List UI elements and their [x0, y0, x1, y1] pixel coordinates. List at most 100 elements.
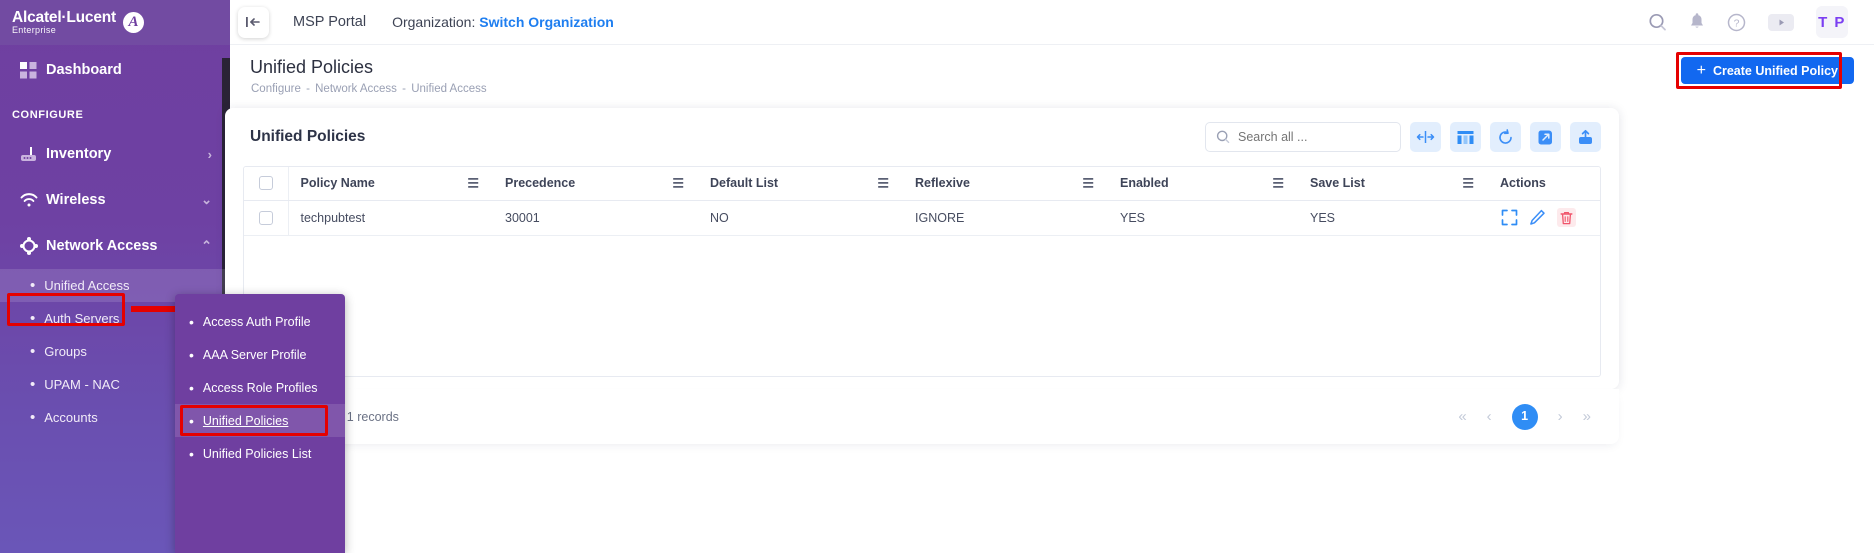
network-icon	[20, 237, 46, 255]
grid-icon	[20, 61, 46, 79]
page-header: Unified Policies Configure - Network Acc…	[230, 45, 1874, 95]
row-checkbox[interactable]	[259, 210, 273, 225]
column-actions: Actions	[1488, 167, 1600, 201]
refresh-icon[interactable]	[1490, 122, 1521, 152]
pagination: « ‹ 1 › »	[1458, 403, 1591, 430]
flyout-item-unified-policies-list[interactable]: • Unified Policies List	[175, 437, 345, 470]
video-icon[interactable]	[1768, 13, 1794, 31]
column-menu-icon[interactable]: ☰	[877, 177, 889, 190]
cell-reflexive: IGNORE	[903, 200, 1108, 236]
row-actions	[1500, 208, 1600, 227]
flyout-item-aaa-server-profile[interactable]: • AAA Server Profile	[175, 338, 345, 371]
search-input[interactable]	[1238, 130, 1388, 144]
column-label: Default List	[710, 176, 779, 191]
column-menu-icon[interactable]: ☰	[1462, 177, 1474, 190]
column-menu-icon[interactable]: ☰	[672, 177, 684, 190]
column-settings-icon[interactable]	[1450, 122, 1481, 152]
sidebar-item-dashboard[interactable]: Dashboard	[0, 45, 230, 95]
brand-logo[interactable]: Alcatel·Lucent Enterprise A	[0, 0, 230, 45]
topbar: MSP Portal Organization: Switch Organiza…	[230, 0, 1874, 45]
flyout-item-access-auth-profile[interactable]: • Access Auth Profile	[175, 305, 345, 338]
table-head: Policy Name ☰ Precedence ☰ Default List …	[244, 167, 1600, 201]
column-label: Precedence	[505, 176, 576, 191]
cell-default-list: NO	[698, 200, 903, 236]
create-unified-policy-button[interactable]: + Create Unified Policy	[1680, 57, 1854, 84]
column-menu-icon[interactable]: ☰	[1082, 177, 1094, 190]
sidebar-item-label: Inventory	[46, 146, 112, 162]
pagination-last[interactable]: »	[1583, 409, 1591, 424]
network-access-flyout-menu: • Access Auth Profile • AAA Server Profi…	[175, 294, 345, 553]
pagination-page-1[interactable]: 1	[1511, 403, 1538, 430]
row-expand-icon[interactable]	[1501, 209, 1518, 226]
sidebar-subitem-label: Unified Access	[44, 278, 130, 293]
column-label: Policy Name	[300, 176, 375, 191]
breadcrumb-sep: -	[402, 83, 406, 95]
brand-logo-text: Alcatel·Lucent Enterprise	[12, 9, 116, 36]
row-delete-icon[interactable]	[1557, 208, 1576, 227]
plus-icon: +	[1696, 61, 1706, 79]
page-title-block: Unified Policies Configure - Network Acc…	[250, 57, 488, 95]
sidebar-item-network-access[interactable]: Network Access ⌃	[0, 223, 230, 269]
table-body: techpubtest 30001 NO IGNORE YES YES	[244, 200, 1600, 236]
cell-actions	[1488, 200, 1600, 236]
flyout-item-access-role-profiles[interactable]: • Access Role Profiles	[175, 371, 345, 404]
row-edit-icon[interactable]	[1529, 209, 1546, 226]
cell-precedence: 30001	[493, 200, 698, 236]
search-icon[interactable]	[1648, 13, 1667, 32]
brand-sub: Enterprise	[12, 24, 57, 35]
breadcrumb-network-access[interactable]: Network Access	[315, 83, 397, 95]
unified-policies-card: Unified Policies Search all ... Policy N…	[225, 108, 1619, 389]
row-select-cell	[244, 200, 289, 236]
card-title: Unified Policies	[250, 128, 366, 145]
sidebar-item-label: Network Access	[46, 238, 158, 254]
breadcrumb: Configure - Network Access - Unified Acc…	[250, 83, 488, 95]
table-header-row: Policy Name ☰ Precedence ☰ Default List …	[244, 167, 1600, 201]
flyout-item-unified-policies[interactable]: • Unified Policies	[175, 404, 345, 437]
fit-columns-icon[interactable]	[1410, 122, 1441, 152]
column-label: Enabled	[1120, 176, 1169, 191]
column-precedence[interactable]: Precedence ☰	[493, 167, 698, 201]
expand-icon[interactable]	[1530, 122, 1561, 152]
avatar[interactable]: T P	[1816, 6, 1848, 38]
create-policy-wrap: + Create Unified Policy	[1675, 52, 1854, 89]
policies-table: Policy Name ☰ Precedence ☰ Default List …	[244, 167, 1600, 236]
sidebar-item-label: Wireless	[46, 192, 106, 208]
breadcrumb-unified-access[interactable]: Unified Access	[411, 83, 486, 95]
search-input-wrap[interactable]	[1205, 122, 1401, 152]
card-toolbar	[1205, 122, 1601, 152]
column-policy-name[interactable]: Policy Name ☰	[288, 167, 493, 201]
create-unified-policy-label: Create Unified Policy	[1712, 63, 1838, 78]
msp-portal-label[interactable]: MSP Portal	[293, 14, 366, 30]
sidebar-section-configure: CONFIGURE	[12, 109, 84, 121]
flyout-item-label: Access Auth Profile	[202, 314, 311, 329]
collapse-left-icon	[246, 17, 260, 27]
column-reflexive[interactable]: Reflexive ☰	[903, 167, 1108, 201]
flyout-item-label: AAA Server Profile	[202, 347, 307, 362]
table-row[interactable]: techpubtest 30001 NO IGNORE YES YES	[244, 200, 1600, 236]
column-enabled[interactable]: Enabled ☰	[1108, 167, 1298, 201]
sidebar-item-inventory[interactable]: Inventory ›	[0, 131, 230, 177]
help-icon[interactable]: ?	[1727, 13, 1746, 32]
breadcrumb-configure[interactable]: Configure	[251, 83, 301, 95]
pagination-first[interactable]: «	[1458, 409, 1466, 424]
chevron-down-icon: ⌄	[201, 192, 212, 207]
policies-table-wrap: Policy Name ☰ Precedence ☰ Default List …	[243, 166, 1601, 377]
collapse-sidebar-button[interactable]	[238, 6, 269, 38]
pagination-next[interactable]: ›	[1558, 409, 1563, 424]
chevron-up-icon: ⌃	[201, 238, 212, 253]
export-icon[interactable]	[1570, 122, 1601, 152]
switch-organization-link[interactable]: Switch Organization	[479, 14, 614, 30]
column-label: Actions	[1500, 176, 1546, 191]
sidebar-item-wireless[interactable]: Wireless ⌄	[0, 177, 230, 223]
column-save-list[interactable]: Save List ☰	[1298, 167, 1488, 201]
topbar-icons: ? T P	[1648, 6, 1874, 38]
column-menu-icon[interactable]: ☰	[467, 177, 479, 190]
bell-icon[interactable]	[1689, 13, 1705, 31]
select-all-checkbox[interactable]	[259, 176, 273, 191]
column-menu-icon[interactable]: ☰	[1272, 177, 1284, 190]
table-footer: Showing 1 - 1 of 1 records « ‹ 1 › »	[225, 389, 1619, 444]
column-default-list[interactable]: Default List ☰	[698, 167, 903, 201]
sidebar-item-label: Dashboard	[46, 62, 122, 78]
pagination-prev[interactable]: ‹	[1487, 409, 1492, 424]
cell-policy-name: techpubtest	[288, 200, 493, 236]
